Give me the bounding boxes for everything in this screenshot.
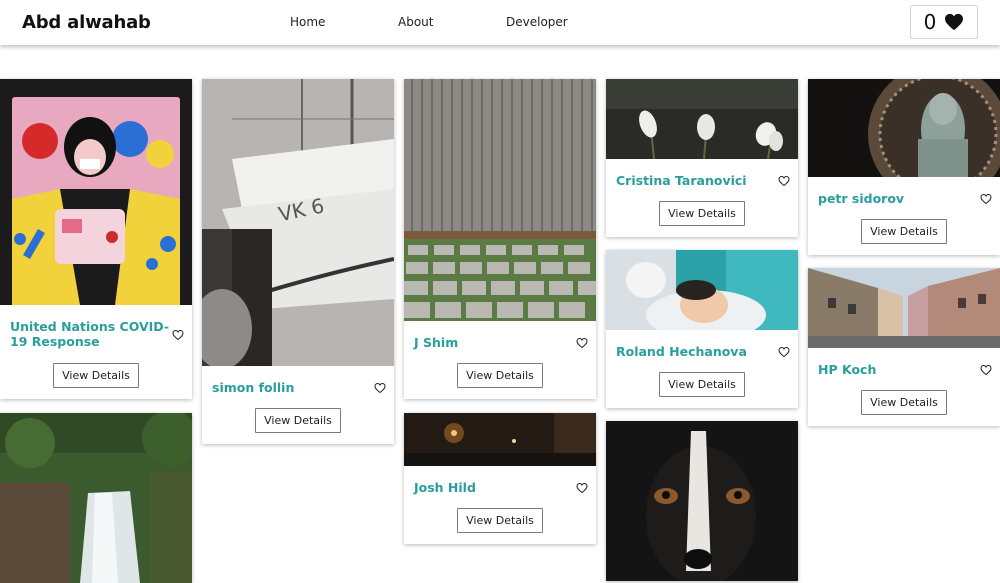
nav-link-home[interactable]: Home: [290, 15, 325, 29]
card-author-name[interactable]: United Nations COVID-19 Response: [10, 319, 170, 349]
view-details-button[interactable]: View Details: [457, 508, 543, 533]
photo-card: J Shim View Details: [404, 79, 596, 399]
photo-card: Josh Hild View Details: [404, 413, 596, 544]
heart-outline-icon[interactable]: [980, 364, 992, 376]
heart-outline-icon[interactable]: [778, 346, 790, 358]
favorites-count: 0: [923, 10, 937, 34]
view-details-button[interactable]: View Details: [861, 390, 947, 415]
photo-card: HP Koch View Details: [808, 268, 1000, 426]
card-author-name[interactable]: simon follin: [212, 380, 294, 395]
photo-card: VK 6 simon follin View Details: [202, 79, 394, 444]
card-author-name[interactable]: J Shim: [414, 335, 458, 350]
photo-card: [606, 421, 798, 581]
brand-logo-text[interactable]: Abd alwahab: [22, 12, 151, 33]
heart-outline-icon[interactable]: [374, 382, 386, 394]
view-details-button[interactable]: View Details: [659, 372, 745, 397]
photo-card: petr sidorov View Details: [808, 79, 1000, 255]
heart-outline-icon[interactable]: [576, 337, 588, 349]
card-photo-baby[interactable]: [606, 250, 798, 330]
heart-outline-icon[interactable]: [576, 482, 588, 494]
card-photo-night-street[interactable]: [404, 413, 596, 466]
card-photo-city-street[interactable]: [808, 268, 1000, 348]
favorites-counter-button[interactable]: 0: [910, 5, 978, 39]
card-author-name[interactable]: Cristina Taranovici: [616, 173, 747, 188]
card-photo-flowers[interactable]: [606, 79, 798, 159]
card-author-name[interactable]: Josh Hild: [414, 480, 476, 495]
card-photo-waterfall[interactable]: [0, 413, 192, 583]
heart-outline-icon[interactable]: [980, 193, 992, 205]
view-details-button[interactable]: View Details: [659, 201, 745, 226]
view-details-button[interactable]: View Details: [861, 219, 947, 244]
card-author-name[interactable]: Roland Hechanova: [616, 344, 747, 359]
card-author-name[interactable]: petr sidorov: [818, 191, 904, 206]
photo-card: Roland Hechanova View Details: [606, 250, 798, 408]
view-details-button[interactable]: View Details: [255, 408, 341, 433]
heart-outline-icon[interactable]: [778, 175, 790, 187]
nav-link-about[interactable]: About: [398, 15, 433, 29]
card-author-name[interactable]: HP Koch: [818, 362, 876, 377]
card-photo-dog[interactable]: [606, 421, 798, 581]
card-photo-covid-illustration[interactable]: [0, 79, 192, 305]
heart-outline-icon[interactable]: [172, 329, 184, 341]
nav-link-developer[interactable]: Developer: [506, 15, 568, 29]
photo-card: United Nations COVID-19 Response View De…: [0, 79, 192, 399]
heart-filled-icon: [945, 13, 964, 31]
photo-card: Cristina Taranovici View Details: [606, 79, 798, 237]
view-details-button[interactable]: View Details: [457, 363, 543, 388]
photo-card: [0, 413, 192, 583]
card-photo-boat[interactable]: VK 6: [202, 79, 394, 366]
card-photo-building-tiles[interactable]: [404, 79, 596, 321]
top-navbar: Abd alwahab Home About Developer 0: [0, 0, 1000, 45]
card-photo-buddha-statue[interactable]: [808, 79, 1000, 177]
view-details-button[interactable]: View Details: [53, 363, 139, 388]
